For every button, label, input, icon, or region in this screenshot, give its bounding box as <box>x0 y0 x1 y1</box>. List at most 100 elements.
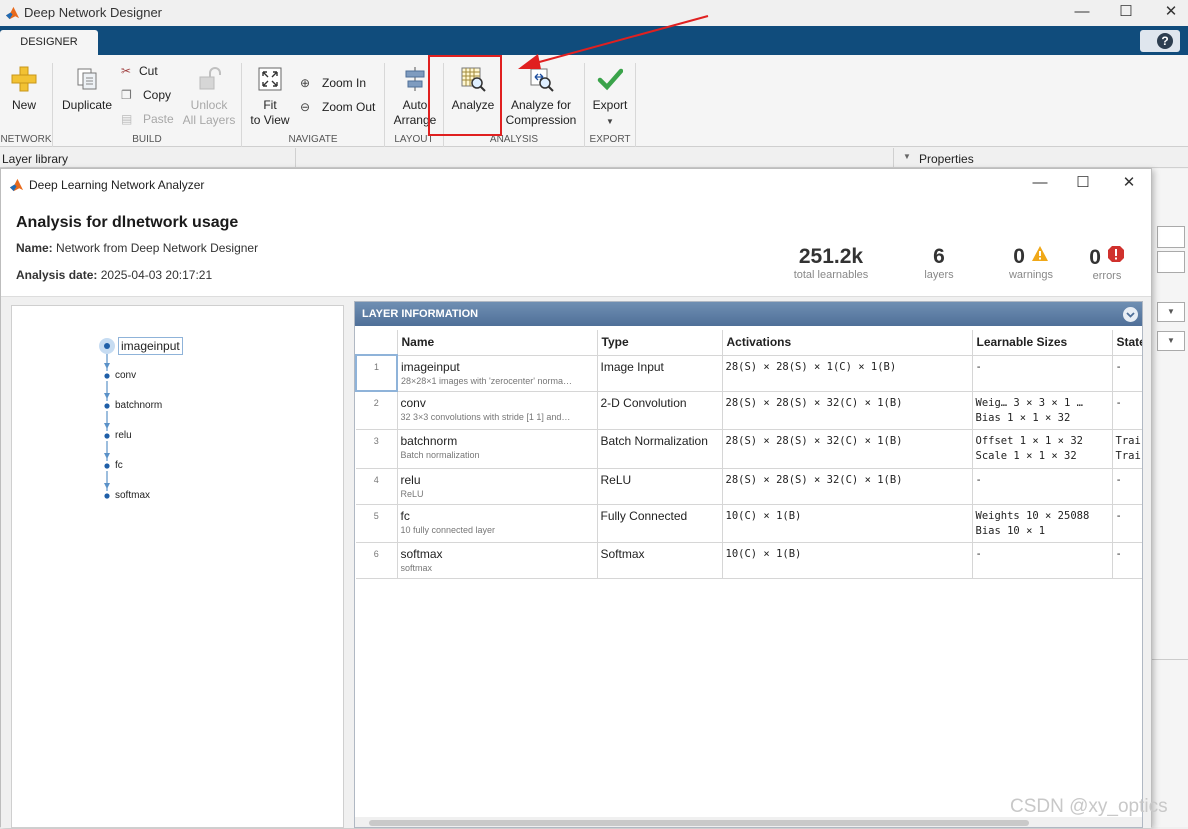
layer-state: Trai Trai <box>1112 429 1142 469</box>
divider <box>1152 659 1188 660</box>
export-button[interactable]: Export ▼ <box>588 63 632 129</box>
chevron-down-icon[interactable] <box>1123 307 1138 322</box>
layer-activations: 28(S) × 28(S) × 32(C) × 1(B) <box>722 391 973 430</box>
minimize-button[interactable]: — <box>1059 0 1105 26</box>
layer-table: Name Type Activations Learnable Sizes St… <box>355 330 1142 579</box>
layer-state: - <box>1112 504 1142 543</box>
paste-icon: ▤ <box>121 112 133 126</box>
toolstrip-tabs: DESIGNER ? <box>0 26 1188 55</box>
layer-activations: 10(C) × 1(B) <box>722 542 973 579</box>
properties-panel: ▼ ▼ <box>1152 169 1188 827</box>
scissors-icon: ✂ <box>121 64 132 78</box>
layers-count: 6 <box>933 245 945 268</box>
new-label: New <box>11 98 36 112</box>
paste-button[interactable]: ▤ Paste <box>121 112 174 126</box>
table-row[interactable]: 1 imageinput 28×28×1 images with 'zerocen… <box>355 354 1142 392</box>
tab-designer[interactable]: DESIGNER <box>0 30 98 55</box>
close-button[interactable]: ✕ <box>1148 0 1188 26</box>
zoom-out-icon: ⊖ <box>300 100 311 114</box>
graph-node-batchnorm[interactable]: batchnorm <box>115 400 162 411</box>
table-row[interactable]: 4 relu ReLU ReLU 28(S) × 28(S) × 32(C) × … <box>356 468 1142 505</box>
zoom-out-button[interactable]: ⊖ Zoom Out <box>300 100 375 114</box>
duplicate-icon <box>77 68 97 90</box>
cut-button[interactable]: ✂ Cut <box>121 64 158 78</box>
graph-node-relu[interactable]: relu <box>115 430 132 441</box>
properties-field[interactable] <box>1157 226 1185 248</box>
properties-field[interactable] <box>1157 251 1185 273</box>
toolstrip: New NETWORK Duplicate ✂ Cut ❐ Copy ▤ Paste … <box>0 55 1188 147</box>
new-button[interactable]: New <box>0 63 48 113</box>
graph-node-softmax[interactable]: softmax <box>115 490 150 501</box>
table-row[interactable]: 3 batchnorm Batch normalization Batch Nor… <box>356 429 1142 469</box>
layer-name-cell: fc 10 fully connected layer <box>397 504 598 543</box>
table-row[interactable]: 6 softmax softmax Softmax 10(C) × 1(B) - … <box>356 542 1142 579</box>
layer-name-cell: softmax softmax <box>397 542 598 579</box>
warnings-stat[interactable]: 0 warnings <box>1001 245 1061 281</box>
layer-state: - <box>1112 391 1142 430</box>
column-header-state[interactable]: State <box>1112 330 1142 356</box>
table-row[interactable]: 5 fc 10 fully connected layer Fully Conne… <box>356 504 1142 543</box>
graph-node-fc[interactable]: fc <box>115 460 123 471</box>
layer-learnables: Offset 1 × 1 × 32 Scale 1 × 1 × 32 <box>972 429 1113 469</box>
scrollbar-thumb[interactable] <box>369 820 1029 826</box>
layers-label: layers <box>924 269 954 281</box>
analyze-for-compression-button[interactable]: Analyze for Compression <box>504 63 578 128</box>
group-export-label: EXPORT <box>589 134 631 145</box>
column-header-learnable-sizes[interactable]: Learnable Sizes <box>972 330 1113 356</box>
checkmark-icon <box>597 68 623 91</box>
layer-library-label: Layer library <box>2 152 69 166</box>
date-value: 2025-04-03 20:17:21 <box>100 268 213 282</box>
warnings-count: 0 <box>1013 245 1025 268</box>
state-line-2: Trai <box>1115 449 1141 462</box>
analyzer-minimize-button[interactable]: — <box>1017 171 1063 197</box>
errors-stat[interactable]: 0 errors <box>1081 245 1133 282</box>
network-graph[interactable]: imageinput conv batchnorm relu fc softma… <box>11 305 344 828</box>
column-header-name[interactable]: Name <box>397 330 598 356</box>
collapse-icon[interactable]: ▼ <box>903 152 911 161</box>
help-icon: ? <box>1157 33 1173 49</box>
properties-dropdown[interactable]: ▼ <box>1157 302 1185 322</box>
properties-dropdown[interactable]: ▼ <box>1157 331 1185 351</box>
layer-activations: 28(S) × 28(S) × 1(C) × 1(B) <box>722 355 973 392</box>
learnable-line-2: Bias 1 × 1 × 32 <box>975 411 1071 424</box>
table-row[interactable]: 2 conv 32 3×3 convolutions with stride [1… <box>356 391 1142 430</box>
analyzer-title: Deep Learning Network Analyzer <box>29 178 205 192</box>
unlock-all-layers-button[interactable]: Unlock All Layers <box>180 63 238 128</box>
layer-activations: 28(S) × 28(S) × 32(C) × 1(B) <box>722 429 973 469</box>
learnable-line-1: - <box>975 547 982 560</box>
table-header-row: Name Type Activations Learnable Sizes St… <box>356 330 1142 356</box>
zoom-in-icon: ⊕ <box>300 76 311 90</box>
analyzer-maximize-button[interactable]: ☐ <box>1060 171 1106 197</box>
help-button[interactable]: ? <box>1140 30 1180 52</box>
export-label: Export <box>592 98 628 112</box>
column-header-type[interactable]: Type <box>597 330 723 356</box>
fit-label-1: Fit <box>263 98 277 112</box>
fit-to-view-button[interactable]: Fit to View <box>246 63 294 128</box>
analyzer-close-button[interactable]: ✕ <box>1106 171 1152 197</box>
layer-description: 32 3×3 convolutions with stride [1 1] an… <box>400 411 571 422</box>
duplicate-button[interactable]: Duplicate <box>58 63 116 113</box>
state-line-1: - <box>1115 509 1122 522</box>
learnable-line-1: Weights 10 × 25088 <box>975 509 1090 522</box>
maximize-button[interactable]: ☐ <box>1103 0 1149 26</box>
layer-name: conv <box>400 395 426 410</box>
layer-description: 10 fully connected layer <box>400 524 496 535</box>
zoom-in-button[interactable]: ⊕ Zoom In <box>300 76 366 90</box>
learnable-line-1: - <box>975 473 982 486</box>
layer-type: Batch Normalization <box>597 429 723 469</box>
analyzer-title-bar: Deep Learning Network Analyzer — ☐ ✕ <box>1 169 1151 199</box>
group-build-label: BUILD <box>132 134 162 145</box>
column-header-activations[interactable]: Activations <box>722 330 973 356</box>
layer-state: - <box>1112 542 1142 579</box>
date-key: Analysis date: <box>16 268 98 282</box>
layer-description: ReLU <box>400 488 424 499</box>
graph-node-imageinput[interactable]: imageinput <box>118 337 183 355</box>
copy-button[interactable]: ❐ Copy <box>121 88 171 102</box>
layer-name: batchnorm <box>400 433 458 448</box>
row-index: 4 <box>356 468 398 505</box>
layer-information-title: LAYER INFORMATION <box>362 308 479 320</box>
horizontal-scrollbar[interactable] <box>355 817 1142 827</box>
copy-label: Copy <box>143 88 172 102</box>
app-title: Deep Network Designer <box>24 5 163 20</box>
graph-node-conv[interactable]: conv <box>115 370 136 381</box>
